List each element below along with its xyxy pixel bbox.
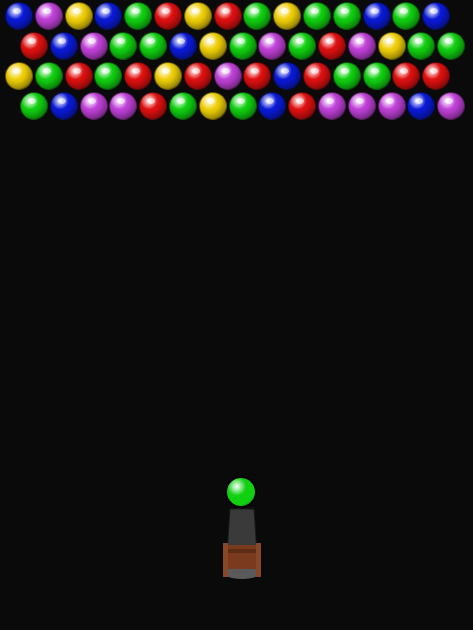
bubble <box>124 2 153 30</box>
bubble <box>377 32 406 60</box>
bubble <box>49 32 78 60</box>
bubble <box>422 2 451 30</box>
bubble <box>154 2 182 30</box>
bubble <box>303 2 331 30</box>
bubble <box>407 92 436 120</box>
bubble <box>332 62 361 90</box>
bubble <box>362 2 391 30</box>
bubble <box>228 32 257 60</box>
bubble <box>64 2 93 30</box>
bubble <box>273 2 302 30</box>
bubble <box>303 62 331 90</box>
bubble <box>109 92 138 120</box>
bubble <box>392 2 421 30</box>
bubble <box>243 2 272 30</box>
bubble <box>198 32 227 60</box>
bubble <box>347 92 376 120</box>
bubble <box>437 92 466 120</box>
bubble <box>49 92 78 120</box>
bubble <box>317 92 346 120</box>
bubble <box>124 62 153 90</box>
bubble <box>213 2 242 30</box>
bubble <box>332 2 361 30</box>
bubble <box>168 92 197 120</box>
bubble <box>377 92 406 120</box>
bubble <box>392 62 421 90</box>
bubble <box>243 62 272 90</box>
bubble <box>94 62 123 90</box>
bubble <box>19 92 48 120</box>
bubble <box>139 92 168 120</box>
bubble <box>183 62 212 90</box>
bubble <box>34 2 63 30</box>
bubble <box>258 92 287 120</box>
bubble <box>288 32 317 60</box>
bubble <box>258 32 287 60</box>
bubble <box>34 62 63 90</box>
bubble <box>64 62 93 90</box>
bubble <box>213 62 242 90</box>
bubble <box>362 62 391 90</box>
bubble <box>5 62 33 90</box>
bubble <box>437 32 466 60</box>
bubble <box>317 32 346 60</box>
bubble <box>183 2 212 30</box>
loaded-bubble[interactable] <box>225 476 257 508</box>
bubble <box>94 2 123 30</box>
bubble-grid <box>0 0 473 140</box>
bubble <box>168 32 197 60</box>
bubble <box>228 92 257 120</box>
game-board[interactable] <box>0 0 473 630</box>
bubble <box>273 62 302 90</box>
bubble <box>139 32 168 60</box>
bubble <box>198 92 227 120</box>
bubble <box>5 2 33 30</box>
bubble <box>288 92 317 120</box>
launcher[interactable] <box>216 505 268 585</box>
bubble <box>422 62 451 90</box>
bubble <box>347 32 376 60</box>
bubble <box>19 32 48 60</box>
bubble <box>79 92 108 120</box>
bubble <box>154 62 182 90</box>
bubble <box>109 32 138 60</box>
bubble <box>407 32 436 60</box>
bubble <box>79 32 108 60</box>
